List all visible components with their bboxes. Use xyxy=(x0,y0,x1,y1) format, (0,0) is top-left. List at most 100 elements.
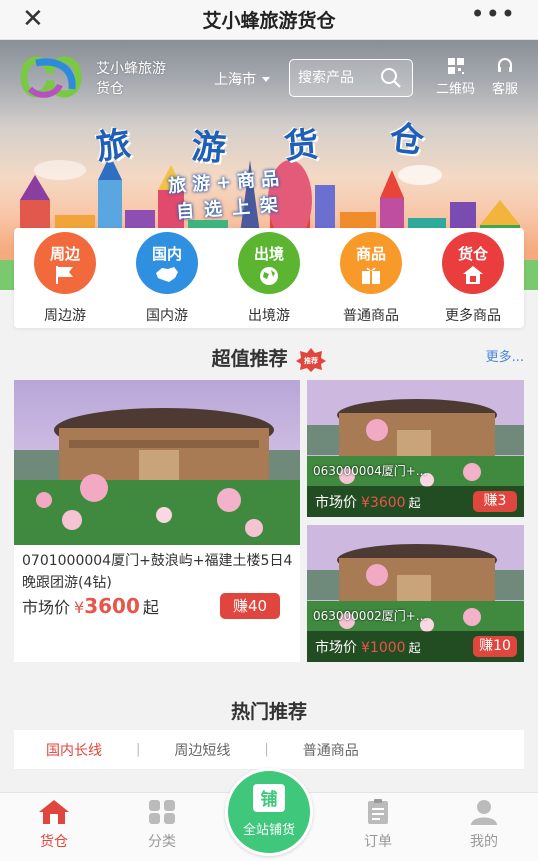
nav-label: 订单 xyxy=(364,834,392,850)
customer-service-label: 客服 xyxy=(492,82,519,97)
currency-symbol: ¥ xyxy=(74,598,85,617)
product-name: 063000004厦门+... xyxy=(313,464,428,478)
headset-icon xyxy=(498,58,512,72)
category-card: 周边 周边游 国内 国内游 出境 出境游 商品 普通商品 货仓 更多商品 xyxy=(14,228,524,328)
user-icon xyxy=(471,800,497,825)
fab-label: 全站铺货 xyxy=(242,823,295,838)
title-bar: ✕ 艾小蜂旅游货仓 ••• xyxy=(0,0,538,40)
earn-badge[interactable]: 赚10 xyxy=(473,636,517,657)
category-icon-text: 商品 xyxy=(355,245,386,263)
hot-section-title: 热门推荐 xyxy=(230,701,307,723)
gift-icon xyxy=(362,267,380,284)
caret-down-icon xyxy=(262,76,270,82)
category-icon xyxy=(149,800,175,824)
tab-nearby-short[interactable]: 周边短线 xyxy=(170,740,234,760)
product-card-small[interactable]: 063000002厦门+... 市场价 ¥ 1000 起 赚10 xyxy=(307,525,524,662)
headline-char: 游 xyxy=(190,126,228,170)
headline-char: 货 xyxy=(282,124,320,168)
price-value: 3600 xyxy=(369,495,406,511)
tab-domestic-long[interactable]: 国内长线 xyxy=(42,740,106,760)
price-value: 3600 xyxy=(84,594,140,618)
currency-symbol: ¥ xyxy=(361,495,370,511)
tab-divider: | xyxy=(136,742,141,757)
product-price-row: 市场价 ¥ 1000 起 xyxy=(315,637,421,657)
product-card-large[interactable]: 0701000004厦门+鼓浪屿+福建土楼5日4晚跟团游(4钻) 市场价 ¥ 3… xyxy=(14,380,300,662)
category-icon-text: 国内 xyxy=(151,245,182,263)
featured-section-title: 超值推荐 推荐 xyxy=(0,344,538,372)
banner-headline: 旅 游 货 仓 xyxy=(93,112,456,172)
category-domestic[interactable]: 国内 国内游 xyxy=(116,228,218,328)
price-label: 市场价 xyxy=(22,598,71,617)
category-icon-circle: 商品 xyxy=(340,232,402,294)
nav-label: 我的 xyxy=(470,834,498,850)
price-label: 市场价 xyxy=(315,640,357,656)
nav-item-category[interactable]: 分类 xyxy=(122,799,202,851)
category-label: 更多商品 xyxy=(445,308,501,324)
qr-code-button[interactable]: 二维码 xyxy=(436,57,475,97)
product-price-row: 市场价 ¥ 3600 起 xyxy=(22,594,159,618)
category-label: 普通商品 xyxy=(343,308,399,324)
flag-icon xyxy=(56,266,73,284)
qr-code-icon xyxy=(447,58,464,74)
fab-icon-text: 铺 xyxy=(261,789,278,810)
category-nearby[interactable]: 周边 周边游 xyxy=(14,228,116,328)
badge-text: 推荐 xyxy=(304,356,318,365)
distribute-all-button[interactable]: 铺 全站铺货 xyxy=(225,768,313,856)
customer-service-button[interactable]: 客服 xyxy=(492,57,518,97)
product-name: 063000002厦门+... xyxy=(313,609,428,623)
tab-divider: | xyxy=(264,742,269,757)
category-icon-circle: 国内 xyxy=(136,232,198,294)
category-icon-text: 出境 xyxy=(253,245,284,263)
category-icon-circle: 出境 xyxy=(238,232,300,294)
more-dots-icon[interactable]: ••• xyxy=(471,0,516,28)
search-icon[interactable] xyxy=(380,67,402,89)
price-value: 1000 xyxy=(369,640,406,656)
search-input[interactable] xyxy=(298,70,378,86)
featured-title: 超值推荐 xyxy=(211,348,288,370)
category-label: 出境游 xyxy=(248,308,290,324)
currency-symbol: ¥ xyxy=(361,640,370,656)
tab-regular-goods[interactable]: 普通商品 xyxy=(299,740,363,760)
product-card-small[interactable]: 063000004厦门+... 市场价 ¥ 3600 起 赚3 xyxy=(307,380,524,517)
category-goods[interactable]: 商品 普通商品 xyxy=(320,228,422,328)
search-box[interactable] xyxy=(289,59,413,97)
headline-char: 仓 xyxy=(387,118,426,162)
category-label: 国内游 xyxy=(146,308,188,324)
qr-code-label: 二维码 xyxy=(436,82,476,97)
china-map-icon xyxy=(156,267,178,282)
nav-item-profile[interactable]: 我的 xyxy=(444,799,524,851)
house-icon xyxy=(463,266,483,284)
hot-tabs: 国内长线 | 周边短线 | 普通商品 xyxy=(14,730,524,770)
nav-item-orders[interactable]: 订单 xyxy=(338,799,418,851)
earn-badge[interactable]: 赚3 xyxy=(473,491,517,512)
category-label: 周边游 xyxy=(44,308,86,324)
recommend-badge-icon: 推荐 xyxy=(296,347,327,372)
page-title: 艾小蜂旅游货仓 xyxy=(202,10,336,32)
category-icon-text: 货仓 xyxy=(457,245,488,263)
city-selector[interactable]: 上海市 xyxy=(214,69,270,89)
order-icon xyxy=(368,799,388,824)
price-label: 市场价 xyxy=(315,495,357,511)
category-icon-text: 周边 xyxy=(49,245,80,263)
product-name: 0701000004厦门+鼓浪屿+福建土楼5日4晚跟团游(4钻) xyxy=(22,553,293,591)
category-icon-circle: 货仓 xyxy=(442,232,504,294)
category-outbound[interactable]: 出境 出境游 xyxy=(218,228,320,328)
brand-name: 艾小蜂旅游 货仓 xyxy=(96,59,166,99)
more-link[interactable]: 更多... xyxy=(486,346,524,365)
nav-label: 分类 xyxy=(148,834,176,850)
home-icon xyxy=(39,800,69,824)
earn-badge[interactable]: 赚40 xyxy=(220,593,280,619)
brand-logo xyxy=(20,56,82,98)
brand-line2: 货仓 xyxy=(96,81,124,97)
category-icon-circle: 周边 xyxy=(34,232,96,294)
category-more[interactable]: 货仓 更多商品 xyxy=(422,228,524,328)
globe-icon xyxy=(260,267,278,285)
nav-item-warehouse[interactable]: 货仓 xyxy=(14,799,94,851)
price-suffix: 起 xyxy=(408,641,421,655)
shop-icon: 铺 xyxy=(253,784,285,812)
headline-char: 旅 xyxy=(93,123,134,169)
product-price-row: 市场价 ¥ 3600 起 xyxy=(315,492,421,512)
price-suffix: 起 xyxy=(408,496,421,510)
close-icon[interactable]: ✕ xyxy=(22,4,44,34)
nav-label: 货仓 xyxy=(40,834,68,850)
